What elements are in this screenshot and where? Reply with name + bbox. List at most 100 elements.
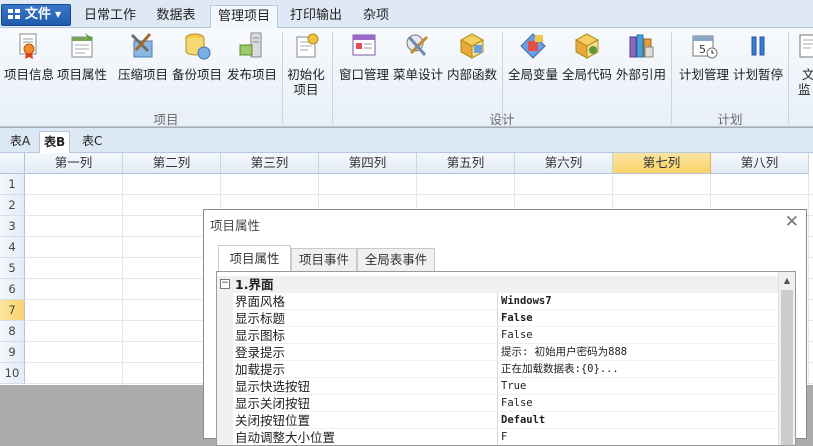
row-header[interactable]: 8: [0, 321, 25, 342]
category-label: 1.界面: [235, 277, 274, 292]
dialog-tab-global-table-events[interactable]: 全局表事件: [357, 248, 435, 271]
column-header[interactable]: 第八列: [711, 153, 809, 174]
project-props-button[interactable]: 项目属性: [57, 31, 107, 103]
property-category[interactable]: − 1.界面: [217, 276, 778, 293]
property-value[interactable]: True: [499, 378, 778, 395]
doc-monitor-button[interactable]: 文 监: [790, 31, 813, 103]
property-value[interactable]: False: [499, 395, 778, 412]
property-row[interactable]: 登录提示 提示: 初始用户密码为888: [217, 344, 778, 361]
row-header[interactable]: 10: [0, 363, 25, 384]
property-row[interactable]: 关闭按钮位置 Default: [217, 412, 778, 429]
global-var-button[interactable]: 全局变量: [507, 31, 559, 103]
tab-manage-project[interactable]: 管理项目: [210, 5, 278, 29]
plan-mgmt-button[interactable]: 5 计划管理: [678, 31, 730, 103]
grid-line: [808, 174, 809, 385]
database-backup-icon: [185, 33, 211, 60]
file-menu-button[interactable]: 文件 ▼: [1, 4, 71, 26]
window-form-icon: [352, 34, 376, 56]
column-header[interactable]: 第七列: [613, 153, 711, 174]
vertical-scrollbar[interactable]: ▲: [778, 272, 795, 445]
dialog-tab-project-props[interactable]: 项目属性: [218, 245, 291, 272]
project-info-button[interactable]: 项目信息: [4, 31, 54, 103]
row-header[interactable]: 5: [0, 258, 25, 279]
sheet-tab-a[interactable]: 表A: [6, 131, 34, 153]
group-label-design: 设计: [489, 112, 515, 127]
column-header[interactable]: 第三列: [221, 153, 319, 174]
row-header[interactable]: 7: [0, 300, 25, 321]
property-row[interactable]: 显示标题 False: [217, 310, 778, 327]
property-value[interactable]: False: [499, 327, 778, 344]
group-label-plan: 计划: [717, 112, 743, 127]
tab-misc[interactable]: 杂项: [356, 5, 396, 28]
property-name: 加载提示: [235, 361, 498, 378]
row-header[interactable]: 3: [0, 216, 25, 237]
column-header[interactable]: 第四列: [319, 153, 417, 174]
property-value[interactable]: 正在加载数据表:{0}...: [499, 361, 778, 378]
tab-datatable[interactable]: 数据表: [148, 5, 204, 28]
menu-design-button[interactable]: 菜单设计: [392, 31, 444, 103]
row-gutter: [217, 344, 233, 361]
scroll-thumb[interactable]: [781, 290, 793, 445]
property-row[interactable]: 显示关闭按钮 False: [217, 395, 778, 412]
row-header[interactable]: 1: [0, 174, 25, 195]
project-props-label: 项目属性: [57, 67, 108, 82]
collapse-icon[interactable]: −: [220, 279, 230, 289]
svg-text:5: 5: [699, 43, 706, 56]
external-ref-label: 外部引用: [615, 67, 666, 82]
property-value[interactable]: 提示: 初始用户密码为888: [499, 344, 778, 361]
initialize-icon: [296, 33, 319, 58]
column-header[interactable]: 第二列: [123, 153, 221, 174]
global-code-button[interactable]: 全局代码: [561, 31, 613, 103]
init-project-button[interactable]: 初始化 项目: [286, 31, 326, 103]
property-name: 显示图标: [235, 327, 498, 344]
global-code-icon: [574, 33, 600, 59]
property-row[interactable]: 加载提示 正在加载数据表:{0}...: [217, 361, 778, 378]
row-header[interactable]: 6: [0, 279, 25, 300]
window-mgmt-button[interactable]: 窗口管理: [338, 31, 390, 103]
publish-project-button[interactable]: 发布项目: [226, 31, 278, 103]
column-header[interactable]: 第五列: [417, 153, 515, 174]
group-label-project: 项目: [153, 112, 179, 127]
property-value[interactable]: False: [499, 310, 778, 327]
ribbon-tab-bar: 文件 ▼ 日常工作 数据表 管理项目 打印输出 杂项: [0, 0, 813, 29]
property-value[interactable]: Default: [499, 412, 778, 429]
property-row[interactable]: 显示图标 False: [217, 327, 778, 344]
sheet-tab-b[interactable]: 表B: [39, 131, 71, 153]
row-gutter: [217, 378, 233, 395]
property-row[interactable]: 自动调整大小位置 F: [217, 429, 778, 445]
close-icon[interactable]: ✕: [785, 212, 799, 232]
property-value[interactable]: F: [499, 429, 778, 445]
global-var-label: 全局变量: [507, 67, 558, 82]
dialog-title: 项目属性: [210, 218, 261, 233]
internal-func-button[interactable]: 内部函数: [446, 31, 498, 103]
backup-project-button[interactable]: 备份项目: [172, 31, 222, 103]
sheet-tab-c[interactable]: 表C: [78, 131, 106, 153]
property-name: 界面风格: [235, 293, 498, 310]
project-info-label: 项目信息: [4, 67, 55, 82]
property-row[interactable]: 界面风格 Windows7: [217, 293, 778, 310]
plan-pause-button[interactable]: 计划暂停: [732, 31, 784, 103]
calendar-clock-icon: 5: [692, 35, 718, 59]
compress-project-button[interactable]: 压缩项目: [118, 31, 168, 103]
sheet-tab-bar: 表A 表B 表C: [0, 128, 813, 153]
property-grid[interactable]: − 1.界面 界面风格 Windows7 显示标题 False 显示图标 False 登录提…: [216, 271, 796, 446]
property-row[interactable]: 显示快选按钮 True: [217, 378, 778, 395]
property-value[interactable]: Windows7: [499, 293, 778, 310]
tab-daily-work[interactable]: 日常工作: [80, 5, 140, 28]
row-header[interactable]: 2: [0, 195, 25, 216]
row-header[interactable]: 4: [0, 237, 25, 258]
grid-line: [122, 174, 123, 385]
grid-corner[interactable]: [0, 153, 25, 174]
scroll-up-arrow-icon[interactable]: ▲: [779, 273, 795, 289]
internal-func-label: 内部函数: [446, 67, 497, 82]
publish-project-label: 发布项目: [226, 67, 277, 82]
row-gutter: [217, 429, 233, 445]
dialog-tab-project-events[interactable]: 项目事件: [291, 248, 357, 271]
tab-print-output[interactable]: 打印输出: [285, 5, 347, 28]
column-header[interactable]: 第六列: [515, 153, 613, 174]
row-header[interactable]: 9: [0, 342, 25, 363]
doc-monitor-label-2: 监: [798, 82, 811, 97]
column-header[interactable]: 第一列: [25, 153, 123, 174]
plan-pause-label: 计划暂停: [732, 67, 783, 82]
external-ref-button[interactable]: 外部引用: [615, 31, 667, 103]
